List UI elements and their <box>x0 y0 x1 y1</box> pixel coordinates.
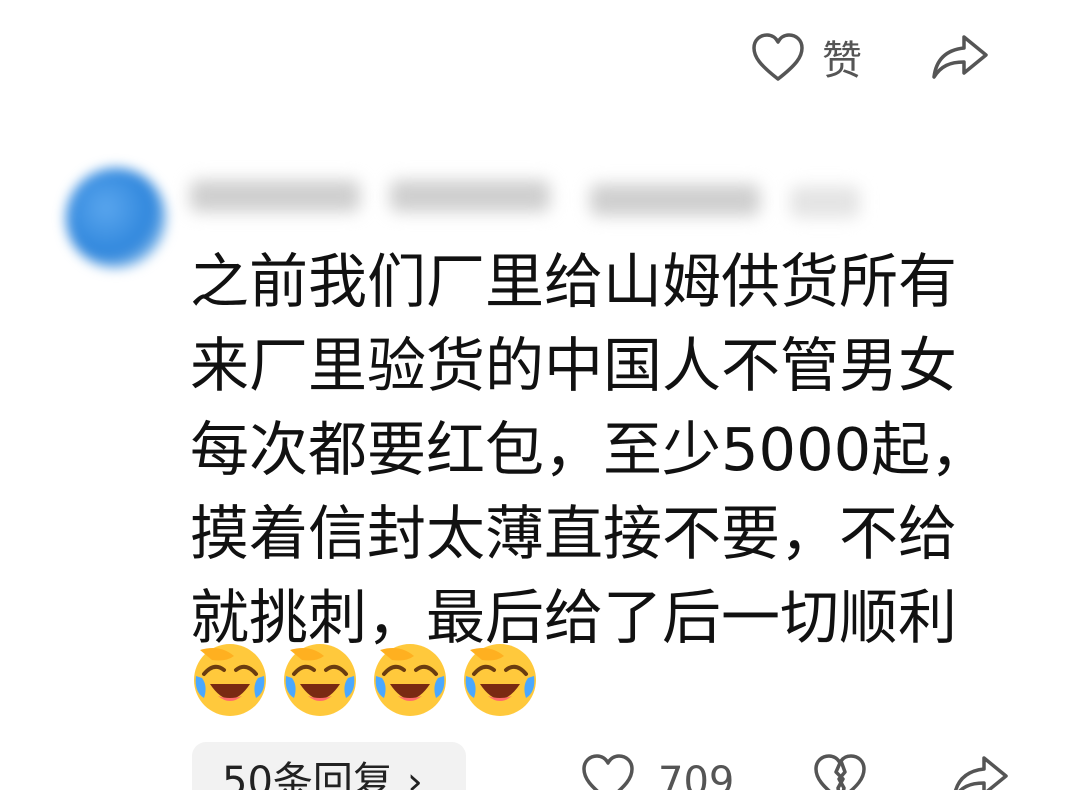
comment-line: 之前我们厂里给山姆供货所有 <box>190 247 958 316</box>
comment-like-button[interactable]: 709 <box>580 752 734 790</box>
comment-body: 之前我们厂里给山姆供货所有 来厂里验货的中国人不管男女 每次都要红包，至少500… <box>190 240 990 660</box>
laughing-crying-emoji <box>194 644 266 716</box>
heart-outline-icon <box>752 33 804 81</box>
emoji-row <box>190 640 540 720</box>
username-blurred[interactable] <box>190 172 870 220</box>
broken-heart-icon <box>814 754 866 790</box>
share-arrow-icon <box>953 756 1008 790</box>
laughing-crying-emoji <box>374 644 446 716</box>
comment-line: 摸着信封太薄直接不要，不给 <box>190 499 958 568</box>
share-arrow-icon <box>932 35 988 79</box>
avatar[interactable] <box>66 168 166 268</box>
dislike-button[interactable] <box>812 752 868 790</box>
laughing-crying-emoji <box>284 644 356 716</box>
laughing-crying-emoji <box>464 644 536 716</box>
like-count: 709 <box>658 759 735 790</box>
comment-share-button[interactable] <box>950 752 1010 790</box>
share-button[interactable] <box>930 31 990 83</box>
comment-line: 每次都要红包，至少5000起， <box>190 415 990 484</box>
top-action-bar: 赞 <box>750 22 990 92</box>
replies-count-label: 50条回复 <box>222 759 393 790</box>
like-label: 赞 <box>822 38 862 84</box>
chevron-right-icon: › <box>406 759 423 790</box>
comment-line: 来厂里验货的中国人不管男女 <box>190 331 958 400</box>
view-replies-button[interactable]: 50条回复 › <box>192 742 466 790</box>
heart-outline-icon <box>582 754 634 790</box>
like-button[interactable]: 赞 <box>750 28 862 86</box>
comment-screen: 赞 之前我们厂里给山姆供货所有 来厂里验货的中国人不管男女 每次都要红包，至少5… <box>0 0 1080 790</box>
